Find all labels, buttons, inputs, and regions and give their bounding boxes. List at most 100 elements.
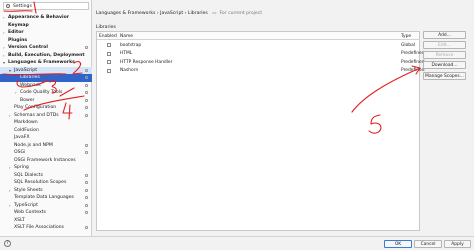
manage-scopes-button[interactable]: Manage Scopes... (423, 72, 466, 80)
tree-item[interactable]: XSLT (0, 217, 92, 225)
tree-item[interactable]: › Editor (0, 29, 92, 37)
tree-item[interactable]: › TypeScript (0, 202, 92, 210)
settings-content: Languages & Frameworks › JavaScript › Li… (93, 0, 474, 250)
project-level-icon (85, 46, 88, 50)
chevron-right-icon[interactable]: › (9, 112, 11, 120)
tree-item-label: Node.js and NPM (14, 142, 53, 148)
table-row[interactable]: bootstrap Global (97, 41, 419, 50)
tree-item[interactable]: Libraries (0, 74, 92, 82)
add-library-button[interactable]: Add... (423, 31, 466, 39)
tree-item-label: Languages & Frameworks (8, 60, 75, 65)
library-type: Global (401, 42, 416, 48)
tree-item-label: Template Data Languages (14, 195, 74, 200)
ok-button[interactable]: OK (384, 239, 412, 248)
chevron-right-icon[interactable]: › (9, 187, 11, 195)
project-level-icon (85, 98, 88, 102)
edit-library-button[interactable]: Edit... (423, 41, 466, 49)
tree-item-label: SQL Resolution Scopes (14, 180, 67, 185)
tree-item[interactable]: Bower (0, 97, 92, 105)
column-type[interactable]: Type (401, 34, 411, 39)
tree-item-label: TypeScript (14, 202, 38, 208)
remove-library-button[interactable]: Remove (423, 51, 466, 59)
project-level-icon (85, 83, 88, 87)
tree-item[interactable]: Template Data Languages (0, 194, 92, 202)
tree-item-label: Markdown (14, 120, 38, 125)
table-row[interactable]: HTML Predefined (97, 50, 425, 59)
tree-item[interactable]: › Appearance & Behavior (0, 14, 92, 22)
tree-item[interactable]: Web Contexts (0, 209, 92, 217)
help-icon[interactable]: ? (4, 240, 11, 247)
project-level-icon (85, 91, 88, 95)
breadcrumb-scope: For current project (219, 11, 263, 16)
tree-item[interactable]: SQL Dialects (0, 172, 92, 180)
tree-item[interactable]: OSGi (0, 149, 92, 157)
tree-item[interactable]: ▾ JavaScript (0, 66, 92, 75)
tree-item[interactable]: ▾ Languages & Frameworks (0, 59, 92, 67)
chevron-down-icon[interactable]: ▾ (3, 59, 5, 67)
library-type: Predefined (401, 68, 425, 73)
chevron-right-icon[interactable]: › (3, 29, 5, 37)
tree-item-label: OSGi Framework Instances (14, 157, 76, 163)
tree-item[interactable]: › Build, Execution, Deployment (0, 52, 92, 60)
tree-item[interactable]: SQL Resolution Scopes (0, 179, 92, 187)
tree-item[interactable]: Webpack (0, 82, 92, 90)
tree-item-label: Build, Execution, Deployment (8, 52, 85, 58)
project-level-icon (85, 226, 88, 230)
chevron-down-icon[interactable]: ▾ (9, 67, 11, 75)
tree-item-label: Code Quality Tools (20, 90, 63, 95)
column-enabled[interactable]: Enabled (99, 34, 117, 39)
chevron-right-icon[interactable]: › (9, 164, 11, 172)
column-name[interactable]: Name (120, 34, 133, 39)
project-level-icon (85, 203, 88, 207)
settings-sidebar: Settings › Appearance & Behavior Keymap › Ed… (0, 0, 92, 250)
download-library-button[interactable]: Download... (423, 61, 466, 69)
project-level-icon (85, 211, 88, 215)
cancel-button[interactable]: Cancel (414, 239, 442, 248)
apply-button[interactable]: Apply (444, 239, 471, 248)
table-row[interactable]: HTTP Response Handler Predefined (97, 58, 425, 67)
tree-item-label: ColdFusion (14, 127, 39, 133)
tree-item[interactable]: Play Configuration (0, 104, 92, 112)
enabled-checkbox[interactable] (107, 51, 111, 56)
project-level-icon (85, 188, 88, 192)
chevron-right-icon[interactable]: › (9, 202, 11, 210)
tree-item[interactable]: XSLT File Associations (0, 224, 92, 232)
project-level-icon (85, 196, 88, 200)
enabled-checkbox[interactable] (107, 68, 111, 73)
libraries-table: Enabled Name Type bootstrap Global HTML Pre… (96, 31, 425, 231)
tree-item[interactable]: › Style Sheets (0, 187, 92, 195)
settings-tree: › Appearance & Behavior Keymap › Editor Plugi… (0, 14, 92, 232)
tree-item[interactable]: Plugins (0, 37, 92, 45)
chevron-right-icon[interactable]: › (3, 52, 5, 60)
tree-item-label: Libraries (20, 75, 40, 80)
tree-item[interactable]: › Schemas and DTDs (0, 112, 92, 120)
library-name: HTML (120, 51, 133, 56)
tree-item-label: XSLT File Associations (14, 225, 64, 230)
tree-item[interactable]: ColdFusion (0, 127, 92, 135)
tree-item[interactable]: › Code Quality Tools (0, 89, 92, 97)
tree-item-label: Webpack (20, 82, 41, 88)
tree-item[interactable]: Node.js and NPM (0, 142, 92, 150)
tree-item-label: Appearance & Behavior (8, 15, 70, 20)
project-level-icon (85, 106, 88, 110)
tree-item[interactable]: OSGi Framework Instances (0, 157, 92, 165)
library-name: HTTP Response Handler (120, 59, 173, 65)
tree-item[interactable]: › Spring (0, 164, 92, 172)
enabled-checkbox[interactable] (107, 60, 111, 64)
library-name: bootstrap (120, 42, 142, 48)
tree-item[interactable]: Keymap (0, 22, 92, 30)
breadcrumb-path: Languages & Frameworks › JavaScript › Li… (96, 11, 208, 16)
enabled-checkbox[interactable] (107, 43, 111, 47)
tree-item[interactable]: Markdown (0, 119, 92, 127)
tree-item-label: JavaFX (14, 135, 30, 140)
project-level-icon (85, 151, 88, 155)
table-row[interactable]: Nashorn Predefined (97, 67, 425, 76)
tree-item[interactable]: JavaFX (0, 134, 92, 142)
tree-item-label: Play Configuration (14, 105, 57, 110)
chevron-right-icon[interactable]: › (15, 89, 17, 97)
search-input-value: Settings (13, 4, 32, 9)
tree-item[interactable]: › Version Control (0, 44, 92, 52)
chevron-right-icon[interactable]: › (3, 44, 5, 52)
settings-search-input[interactable]: Settings (3, 2, 89, 10)
chevron-right-icon[interactable]: › (3, 14, 5, 22)
